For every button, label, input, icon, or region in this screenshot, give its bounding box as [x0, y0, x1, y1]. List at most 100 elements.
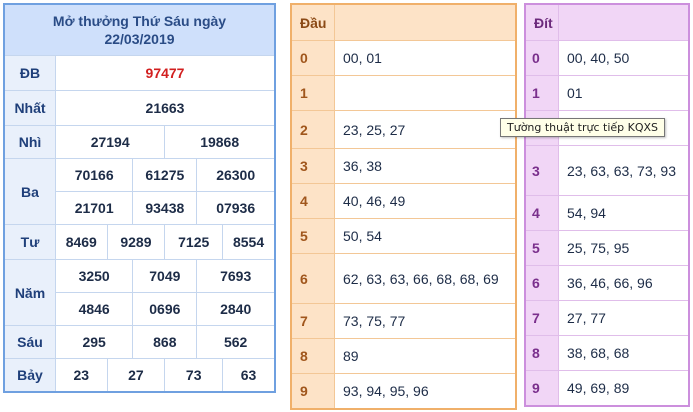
prize-row-tu: Tư 8469 9289 7125 8554: [3, 224, 276, 260]
dau-digit: 7: [290, 303, 335, 339]
dit-values: 00, 40, 50: [558, 40, 690, 76]
results-title-row: Mở thưởng Thứ Sáu ngày 22/03/2019: [3, 3, 276, 56]
dit-digit: 8: [524, 335, 559, 371]
prize-number: 93438: [132, 191, 198, 225]
dit-row: 5 25, 75, 95: [524, 230, 690, 266]
dit-row: 3 23, 63, 63, 73, 93: [524, 145, 690, 196]
dau-header-row: Đầu: [290, 3, 517, 41]
prize-label: Năm: [3, 259, 56, 326]
dau-header-blank: [334, 3, 517, 41]
prize-number: 7049: [132, 259, 198, 293]
dau-digit: 6: [290, 253, 335, 304]
prize-number: 9289: [106, 224, 166, 260]
dau-values: 73, 75, 77: [334, 303, 517, 339]
dau-row: 1: [290, 75, 517, 111]
dit-row: 0 00, 40, 50: [524, 40, 690, 76]
dau-values: 00, 01: [334, 40, 517, 76]
dau-digit: 0: [290, 40, 335, 76]
dit-values: 36, 46, 66, 96: [558, 265, 690, 301]
dau-table: Đầu 0 00, 01 1 2 23, 25, 27 3 36, 38 4 40, 4…: [290, 3, 517, 410]
prize-number: 19868: [164, 125, 276, 159]
prize-number: 27194: [54, 125, 166, 159]
dau-values: 93, 94, 95, 96: [334, 373, 517, 410]
prize-number: 07936: [196, 191, 276, 225]
prize-number: 61275: [132, 158, 198, 192]
prize-number: 63: [222, 358, 276, 393]
prize-number: 0696: [132, 292, 198, 326]
prize-number: 8469: [55, 224, 108, 260]
dau-digit: 9: [290, 373, 335, 410]
dau-digit: 3: [290, 148, 335, 184]
results-title: Mở thưởng Thứ Sáu ngày 22/03/2019: [3, 3, 276, 56]
dit-values: 54, 94: [558, 195, 690, 231]
dau-row: 8 89: [290, 338, 517, 374]
prize-row-sau: Sáu 295 868 562: [3, 325, 276, 359]
dau-values: [334, 75, 517, 111]
dit-values: 49, 69, 89: [558, 370, 690, 407]
prize-number: 21663: [55, 90, 276, 126]
dau-values: 40, 46, 49: [334, 183, 517, 219]
prize-number: 4846: [54, 292, 134, 326]
prize-label: Nhất: [3, 90, 56, 126]
prize-number: 562: [196, 325, 276, 359]
prize-number-special: 97477: [55, 55, 276, 91]
dit-values: 38, 68, 68: [558, 335, 690, 371]
prize-number: 295: [54, 325, 134, 359]
dit-digit: 1: [524, 75, 559, 111]
dit-row: 6 36, 46, 66, 96: [524, 265, 690, 301]
dit-digit: 0: [524, 40, 559, 76]
dit-digit: 9: [524, 370, 559, 407]
dau-digit: 8: [290, 338, 335, 374]
dit-values: 27, 77: [558, 300, 690, 336]
dit-values: 25, 75, 95: [558, 230, 690, 266]
dit-values: 01: [558, 75, 690, 111]
prize-number: 21701: [54, 191, 134, 225]
dit-row: 4 54, 94: [524, 195, 690, 231]
dau-values: 36, 38: [334, 148, 517, 184]
prize-number: 70166: [54, 158, 134, 192]
dit-digit: 3: [524, 145, 559, 196]
dit-row: 7 27, 77: [524, 300, 690, 336]
dit-values: 23, 63, 63, 73, 93: [558, 145, 690, 196]
dau-values: 23, 25, 27: [334, 110, 517, 149]
prize-label: Sáu: [3, 325, 56, 359]
dau-row: 6 62, 63, 63, 66, 68, 68, 69: [290, 253, 517, 304]
dit-header-blank: [558, 3, 690, 41]
prize-number: 3250: [54, 259, 134, 293]
prize-number: 868: [132, 325, 198, 359]
dau-header: Đầu: [290, 3, 335, 41]
dit-row: 8 38, 68, 68: [524, 335, 690, 371]
prize-number: 2840: [196, 292, 276, 326]
prize-row-ba: Ba 70166 61275 26300: [3, 158, 276, 225]
results-table: Mở thưởng Thứ Sáu ngày 22/03/2019 ĐB 974…: [3, 3, 276, 393]
dau-digit: 4: [290, 183, 335, 219]
prize-number: 27: [106, 358, 166, 393]
dau-row: 2 23, 25, 27: [290, 110, 517, 149]
prize-number: 7125: [164, 224, 224, 260]
dit-digit: 4: [524, 195, 559, 231]
prize-number: 73: [164, 358, 224, 393]
dit-header-row: Đít: [524, 3, 690, 41]
dit-digit: 5: [524, 230, 559, 266]
dit-header: Đít: [524, 3, 559, 41]
prize-label: Tư: [3, 224, 56, 260]
dit-digit: 6: [524, 265, 559, 301]
dau-row: 5 50, 54: [290, 218, 517, 254]
prize-row-db: ĐB 97477: [3, 55, 276, 91]
prize-number: 23: [55, 358, 108, 393]
prize-row-nam: Năm 3250 7049 7693: [3, 259, 276, 326]
dau-row: 0 00, 01: [290, 40, 517, 76]
dau-row: 4 40, 46, 49: [290, 183, 517, 219]
prize-number: 8554: [222, 224, 276, 260]
prize-label: Ba: [3, 158, 56, 225]
prize-row-bay: Bảy 23 27 73 63: [3, 358, 276, 393]
dau-digit: 2: [290, 110, 335, 149]
prize-label: ĐB: [3, 55, 56, 91]
dau-values: 50, 54: [334, 218, 517, 254]
dau-values: 89: [334, 338, 517, 374]
dit-table: Đít 0 00, 40, 50 1 01 3 23, 63, 63, 73, 93 …: [524, 3, 690, 407]
dau-digit: 5: [290, 218, 335, 254]
prize-number: 26300: [196, 158, 276, 192]
prize-row-nhat: Nhất 21663: [3, 90, 276, 126]
prize-label: Nhì: [3, 125, 56, 159]
